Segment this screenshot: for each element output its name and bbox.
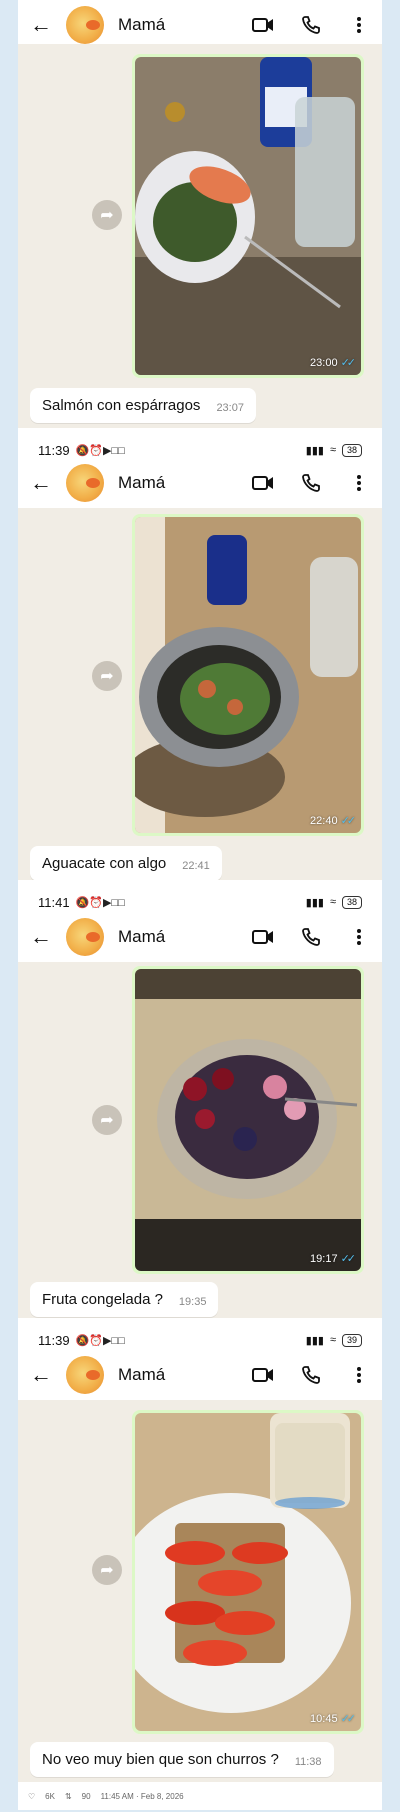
contact-name[interactable]: Mamá — [118, 1365, 252, 1385]
chat-header: ← Mamá — [18, 1350, 382, 1400]
wifi-icon: ≈ — [329, 896, 336, 908]
avocado-photo[interactable]: 22:40 ✓✓ — [135, 517, 361, 833]
photo-message[interactable]: 22:40 ✓✓ — [132, 514, 364, 836]
post-footer: ♡ 6K ⇅ 90 11:45 AM · Feb 8, 2026 — [18, 1782, 382, 1810]
battery-icon: 38 — [341, 895, 362, 909]
photo-time-text: 23:00 — [310, 356, 338, 369]
read-ticks-icon: ✓✓ — [340, 1253, 357, 1265]
clock: 11:41 — [38, 894, 70, 910]
salmon-photo[interactable]: 23:00 ✓✓ — [135, 57, 361, 375]
message-time: 11:38 — [294, 1756, 322, 1768]
photo-message[interactable]: 10:45 ✓✓ — [132, 1410, 364, 1734]
video-call-icon[interactable] — [252, 926, 274, 948]
back-arrow-icon[interactable]: ← — [30, 924, 60, 950]
tomato-toast-photo[interactable]: 10:45 ✓✓ — [135, 1413, 361, 1731]
more-options-icon[interactable] — [348, 472, 370, 494]
avatar[interactable] — [66, 1356, 104, 1394]
salmon-dish-image — [135, 57, 361, 375]
avocado-bowl-image — [135, 517, 361, 833]
message-time: 23:07 — [216, 402, 244, 414]
fruit-bowl-image — [135, 969, 361, 1271]
repost-count: 90 — [81, 1791, 91, 1801]
notification-icons: 🔕⏰▶□□ — [75, 444, 125, 457]
message-time: 22:41 — [182, 860, 210, 872]
frozen-fruit-photo[interactable]: 19:17 ✓✓ — [135, 969, 361, 1271]
video-call-icon[interactable] — [252, 472, 274, 494]
message-bubble[interactable]: Salmón con espárragos 23:07 — [30, 388, 256, 423]
read-ticks-icon: ✓✓ — [340, 357, 357, 369]
post-timestamp: 11:45 AM · Feb 8, 2026 — [100, 1791, 184, 1801]
read-ticks-icon: ✓✓ — [340, 815, 357, 827]
message-bubble[interactable]: Aguacate con algo 22:41 — [30, 846, 222, 881]
read-ticks-icon: ✓✓ — [340, 1713, 357, 1725]
repost-icon[interactable]: ⇅ — [65, 1792, 72, 1801]
like-icon[interactable]: ♡ — [28, 1792, 35, 1801]
photo-timestamp: 19:17 ✓✓ — [310, 1252, 357, 1266]
battery-icon: 39 — [341, 1333, 362, 1347]
phone-call-icon[interactable] — [300, 472, 322, 494]
wifi-icon: ≈ — [329, 444, 336, 456]
forward-icon[interactable]: ➦ — [92, 1555, 122, 1585]
photo-message[interactable]: 23:00 ✓✓ — [132, 54, 364, 378]
signal-icon: ▮▮▮ — [305, 896, 324, 909]
chat-header: ← Mamá — [18, 0, 382, 50]
phone-call-icon[interactable] — [300, 14, 322, 36]
avatar[interactable] — [66, 6, 104, 44]
notification-icons: 🔕⏰▶□□ — [75, 1334, 125, 1347]
like-count: 6K — [45, 1791, 55, 1801]
clock: 11:39 — [38, 442, 70, 458]
message-time: 19:35 — [178, 1296, 207, 1308]
notification-icons: 🔕⏰▶□□ — [75, 896, 125, 909]
message-text: Aguacate con algo — [42, 855, 167, 872]
avatar[interactable] — [66, 918, 104, 956]
chat-header: ← Mamá — [18, 912, 382, 962]
photo-timestamp: 10:45 ✓✓ — [310, 1712, 357, 1726]
battery-icon: 38 — [341, 443, 362, 457]
photo-time-text: 19:17 — [310, 1252, 338, 1265]
photo-timestamp: 22:40 ✓✓ — [310, 814, 357, 828]
phone-call-icon[interactable] — [300, 1364, 322, 1386]
more-options-icon[interactable] — [348, 14, 370, 36]
back-arrow-icon[interactable]: ← — [30, 1362, 60, 1388]
forward-icon[interactable]: ➦ — [92, 1105, 122, 1135]
signal-icon: ▮▮▮ — [305, 444, 324, 457]
tomato-toast-image — [135, 1413, 361, 1731]
back-arrow-icon[interactable]: ← — [30, 12, 60, 38]
contact-name[interactable]: Mamá — [118, 15, 252, 35]
photo-message[interactable]: 19:17 ✓✓ — [132, 966, 364, 1274]
clock: 11:39 — [38, 1332, 70, 1348]
more-options-icon[interactable] — [348, 926, 370, 948]
photo-time-text: 10:45 — [310, 1712, 338, 1725]
forward-icon[interactable]: ➦ — [92, 200, 122, 230]
video-call-icon[interactable] — [252, 14, 274, 36]
forward-icon[interactable]: ➦ — [92, 661, 122, 691]
message-text: Fruta congelada ? — [42, 1291, 163, 1308]
phone-call-icon[interactable] — [300, 926, 322, 948]
contact-name[interactable]: Mamá — [118, 473, 252, 493]
message-text: No veo muy bien que son churros ? — [42, 1751, 279, 1768]
photo-time-text: 22:40 — [310, 814, 338, 827]
message-text: Salmón con espárragos — [42, 397, 201, 414]
message-bubble[interactable]: Fruta congelada ? 19:35 — [30, 1282, 219, 1317]
avatar[interactable] — [66, 464, 104, 502]
video-call-icon[interactable] — [252, 1364, 274, 1386]
wifi-icon: ≈ — [329, 1334, 336, 1346]
chat-header: ← Mamá — [18, 458, 382, 508]
back-arrow-icon[interactable]: ← — [30, 470, 60, 496]
more-options-icon[interactable] — [348, 1364, 370, 1386]
contact-name[interactable]: Mamá — [118, 927, 252, 947]
message-bubble[interactable]: No veo muy bien que son churros ? 11:38 — [30, 1742, 334, 1777]
photo-timestamp: 23:00 ✓✓ — [310, 356, 357, 370]
signal-icon: ▮▮▮ — [305, 1334, 324, 1347]
